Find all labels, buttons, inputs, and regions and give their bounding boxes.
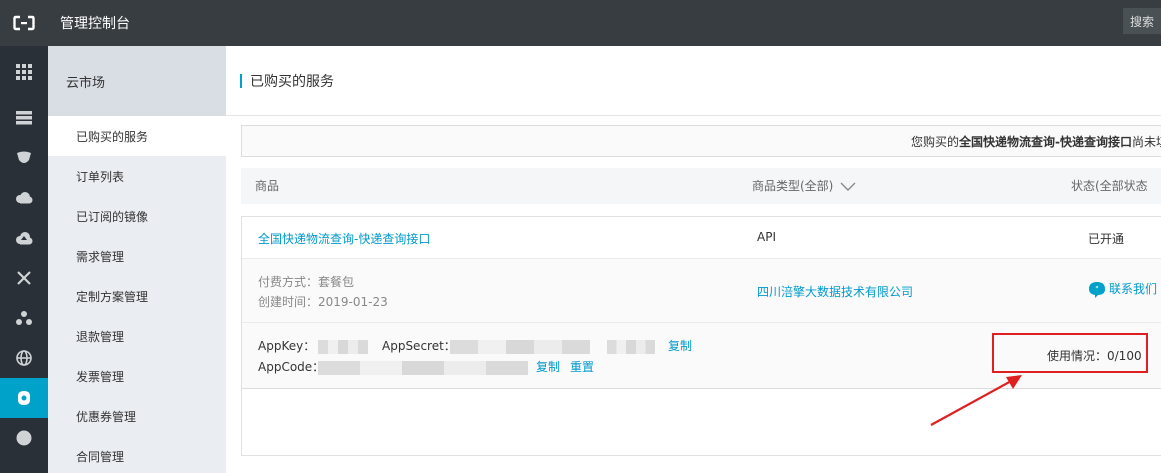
subnav-header: 云市场 [48,46,226,116]
subnav-item-contracts[interactable]: 合同管理 [48,436,226,473]
table-row: 全国快递物流查询-快递查询接口 API 已开通 [242,217,1161,259]
notice-bar: 您购买的全国快递物流查询-快递查询接口尚未填写 [241,125,1161,157]
page-title: 已购买的服务 [250,73,334,90]
circle-icon[interactable] [0,418,48,458]
appsecret-value-masked [450,340,590,354]
appsecret-value-masked-2 [607,340,655,354]
shield-icon[interactable] [0,138,48,178]
subnav-item-refunds[interactable]: 退款管理 [48,316,226,356]
column-header-type[interactable]: 商品类型(全部) [752,168,856,204]
icon-rail [0,46,48,473]
title-accent-mark [240,73,242,88]
main-content: 已购买的服务 您购买的全国快递物流查询-快递查询接口尚未填写 商品 商品类型(全… [226,46,1161,473]
appkey-value-masked [318,340,368,354]
network-icon[interactable] [0,258,48,298]
top-bar: 管理控制台 搜索 [0,0,1161,46]
cluster-icon[interactable] [0,298,48,338]
svg-text:": " [1095,285,1099,294]
subnav-item-custom-plans[interactable]: 定制方案管理 [48,276,226,316]
secondary-nav: 云市场 已购买的服务 订单列表 已订阅的镜像 需求管理 定制方案管理 退款管理 … [48,46,226,473]
aliyun-logo-icon[interactable] [0,0,48,46]
subnav-item-coupons[interactable]: 优惠券管理 [48,396,226,436]
cloud-upload-icon[interactable] [0,218,48,258]
apps-grid-icon[interactable] [0,46,48,98]
appkey-label: AppKey： [258,339,316,353]
copy-appsecret-button[interactable]: 复制 [668,337,692,354]
annotation-highlight-box [992,333,1148,373]
cloud-icon[interactable] [0,178,48,218]
database-icon[interactable] [0,98,48,138]
creation-time: 创建时间：2019-01-23 [258,295,388,309]
notice-product: 全国快递物流查询-快递查询接口 [959,134,1132,149]
subnav-item-requirements[interactable]: 需求管理 [48,236,226,276]
search-button[interactable]: 搜索 [1123,8,1161,34]
subnav-item-subscribed-images[interactable]: 已订阅的镜像 [48,196,226,236]
appcode-value-masked [318,361,528,375]
appcode-label: AppCode： [258,360,325,374]
column-header-product: 商品 [255,179,280,193]
notice-text: 您购买的全国快递物流查询-快递查询接口尚未填写 [910,134,1161,149]
table-header: 商品 商品类型(全部) 状态(全部状态 [241,168,1161,204]
product-name-link[interactable]: 全国快递物流查询-快递查询接口 [258,230,430,247]
status-text: 已开通 [1088,232,1125,246]
appsecret-label: AppSecret： [382,339,456,353]
copy-appcode-button[interactable]: 复制 [536,358,560,375]
column-header-status[interactable]: 状态(全部状态 [1071,168,1148,204]
globe-icon[interactable] [0,338,48,378]
subnav-item-invoices[interactable]: 发票管理 [48,356,226,396]
reset-appcode-button[interactable]: 重置 [570,358,594,375]
vendor-link[interactable]: 四川涪擎大数据技术有限公司 [757,283,913,300]
market-icon[interactable] [0,378,48,418]
product-type: API [757,230,776,244]
table-row-details: 付费方式：套餐包 创建时间：2019-01-23 四川涪擎大数据技术有限公司 "… [242,259,1161,323]
subnav-item-purchased-services[interactable]: 已购买的服务 [48,116,226,156]
payment-method: 付费方式：套餐包 [258,275,355,289]
contact-us-link[interactable]: " 联系我们 [1088,280,1157,299]
subnav-item-orders[interactable]: 订单列表 [48,156,226,196]
chat-bubble-icon: " [1089,281,1105,298]
console-title[interactable]: 管理控制台 [60,13,130,33]
chevron-down-icon [840,182,856,191]
page-title-bar: 已购买的服务 [226,46,1161,116]
